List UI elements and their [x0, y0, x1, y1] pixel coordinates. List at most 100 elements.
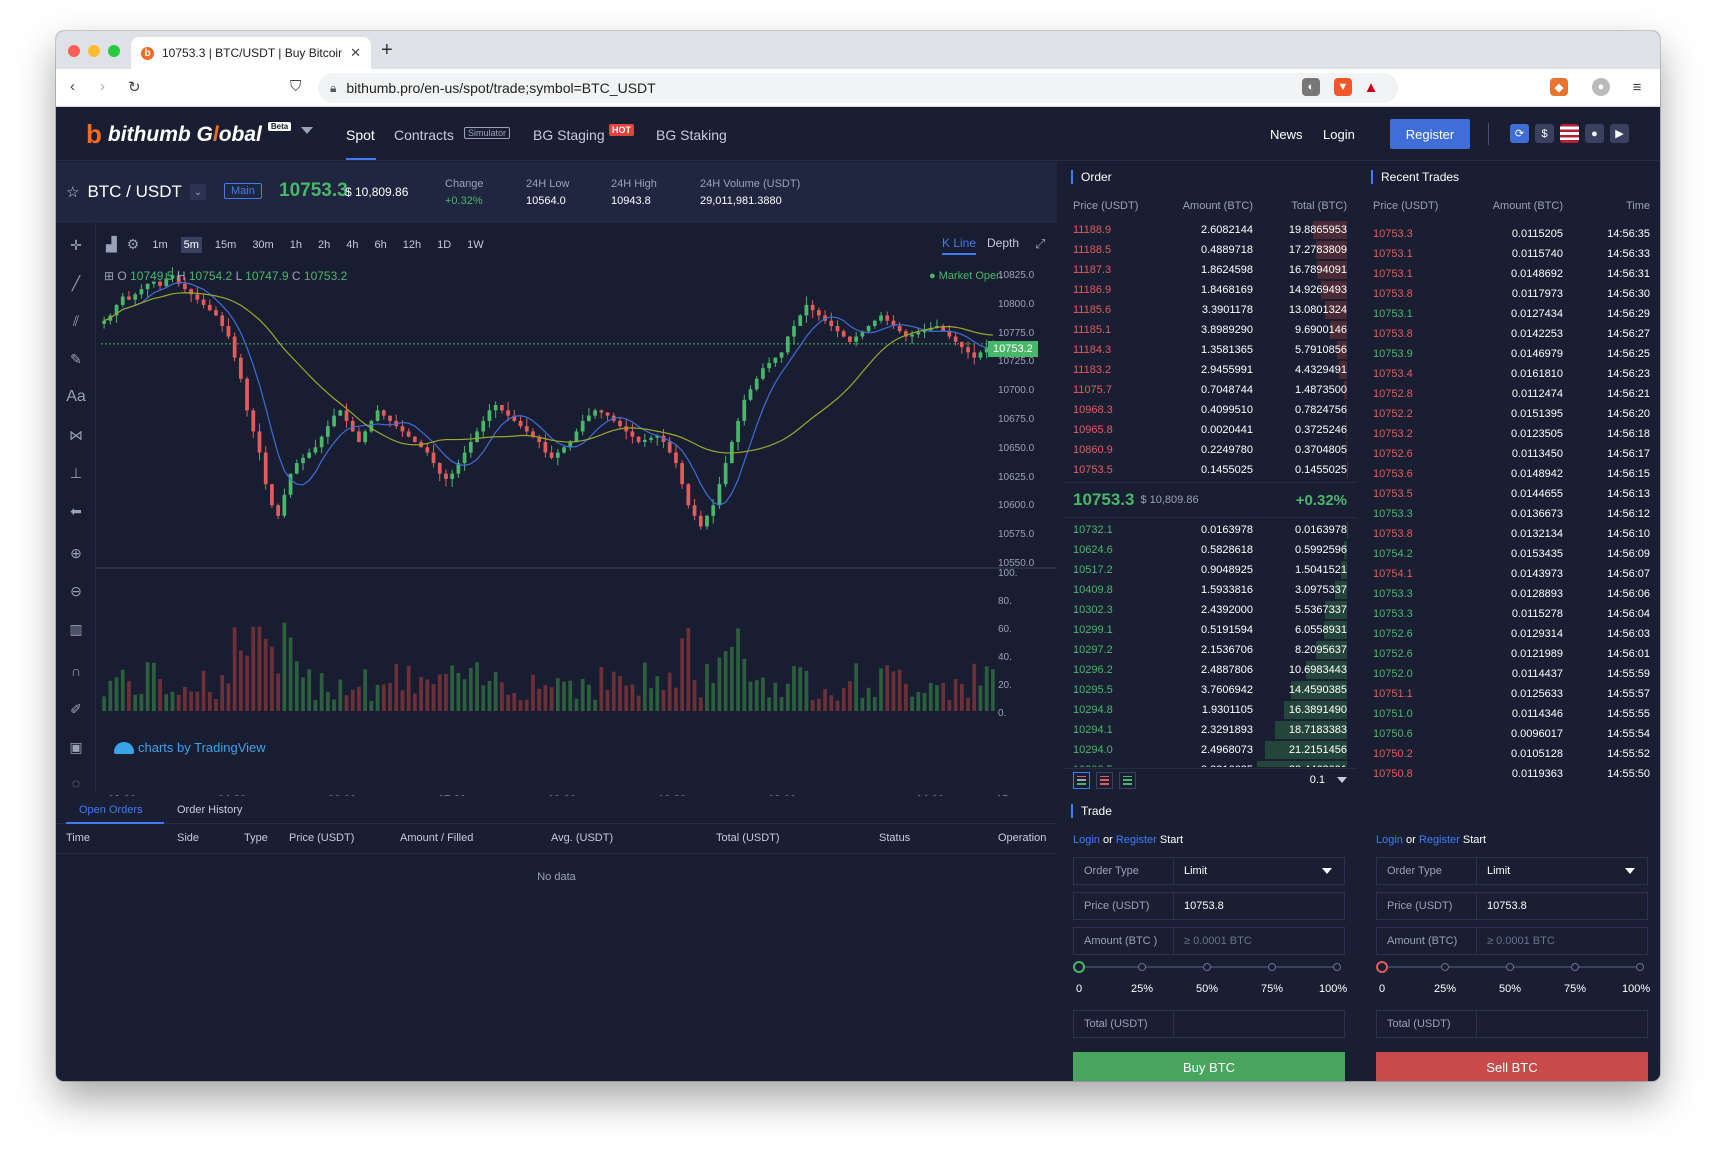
slider-handle[interactable] [1376, 961, 1388, 973]
orderbook-row[interactable]: 11188.5 0.4889718 17.2783809 [1063, 240, 1357, 260]
chart-area[interactable]: ✛ ╱ ⫽ ✎ Aa ⋈ ⊥ ⬅ ⊕ ⊖ ▥ ∩ ✐ ▣ ◌ ▟ ⚙ 1m 5m 1… [56, 223, 1057, 806]
orderbook-row[interactable]: 10965.8 0.0020441 0.3725246 [1063, 420, 1357, 440]
total-field[interactable]: Total (USDT) [1073, 1010, 1345, 1038]
price-field[interactable]: Price (USDT) 10753.8 [1073, 892, 1345, 920]
amount-field[interactable]: Amount (BTC ) ≥ 0.0001 BTC [1073, 927, 1345, 955]
brave-shield-icon[interactable]: ▼ [1334, 78, 1352, 96]
orderbook-row[interactable]: 10297.2 2.1536706 8.2095637 [1063, 640, 1357, 660]
pct-25[interactable]: 25% [1131, 983, 1153, 995]
reload-icon[interactable]: ↻ [128, 78, 141, 96]
pct-100[interactable]: 100% [1319, 983, 1347, 995]
star-icon[interactable]: ☆ [66, 183, 79, 201]
menu-icon[interactable]: ≡ [1628, 78, 1646, 96]
bithumb-logo[interactable]: b bithumb Global Beta [86, 119, 292, 150]
pct-25[interactable]: 25% [1434, 983, 1456, 995]
register-link[interactable]: Register [1116, 834, 1157, 846]
tradingview-brand[interactable]: charts by TradingView [114, 740, 266, 755]
login-link[interactable]: Login [1376, 834, 1403, 846]
chevron-down-icon[interactable] [301, 127, 313, 134]
orderbook-row[interactable]: 11185.1 3.8989290 9.6900146 [1063, 320, 1357, 340]
orderbook-row[interactable]: 10624.6 0.5828618 0.5992596 [1063, 540, 1357, 560]
orderbook-row[interactable]: 10295.5 3.7606942 14.4590385 [1063, 680, 1357, 700]
volume-bar [823, 689, 827, 711]
orderbook-row[interactable]: 10860.9 0.2249780 0.3704805 [1063, 440, 1357, 460]
forward-icon[interactable]: › [100, 78, 105, 95]
play-store-icon[interactable]: ▶ [1610, 124, 1629, 143]
maximize-window-icon[interactable] [108, 45, 120, 57]
register-link[interactable]: Register [1419, 834, 1460, 846]
bids-view-icon[interactable] [1119, 771, 1136, 789]
nav-bg-staging[interactable]: BG Staging [533, 127, 605, 143]
both-sides-view-icon[interactable] [1073, 771, 1090, 789]
back-icon[interactable]: ‹ [70, 78, 75, 95]
nav-spot[interactable]: Spot [346, 127, 375, 143]
asks-view-icon[interactable] [1096, 771, 1113, 789]
profile-icon[interactable]: ● [1592, 78, 1610, 96]
buy-button[interactable]: Buy BTC [1073, 1052, 1345, 1081]
orderbook-row[interactable]: 10409.8 1.5933816 3.0975337 [1063, 580, 1357, 600]
new-tab-icon[interactable]: + [381, 39, 393, 62]
pct-50[interactable]: 50% [1196, 983, 1218, 995]
orderbook-row[interactable]: 10302.3 2.4392000 5.5367337 [1063, 600, 1357, 620]
row-price: 11187.3 [1073, 264, 1112, 276]
orderbook-row[interactable]: 10732.1 0.0163978 0.0163978 [1063, 520, 1357, 540]
orderbook-row[interactable]: 11187.3 1.8624598 16.7894091 [1063, 260, 1357, 280]
pct-75[interactable]: 75% [1261, 983, 1283, 995]
apple-icon[interactable]: ● [1585, 124, 1604, 143]
amount-slider[interactable] [1376, 961, 1648, 973]
register-button[interactable]: Register [1390, 119, 1470, 149]
expand-icon[interactable]: ⊞ [104, 269, 114, 283]
minimize-window-icon[interactable] [88, 45, 100, 57]
chevron-down-icon[interactable]: ⌄ [189, 184, 206, 200]
login-link[interactable]: Login [1073, 834, 1100, 846]
orderbook-row[interactable]: 10517.2 0.9048925 1.5041521 [1063, 560, 1357, 580]
total-field[interactable]: Total (USDT) [1376, 1010, 1648, 1038]
currency-icon[interactable]: $ [1535, 124, 1554, 143]
orderbook-row[interactable]: 10299.1 0.5191594 6.0558931 [1063, 620, 1357, 640]
orderbook-row[interactable]: 11075.7 0.7048744 1.4873500 [1063, 380, 1357, 400]
close-window-icon[interactable] [68, 45, 80, 57]
trade-price: 10753.3 [1373, 608, 1413, 620]
close-tab-icon[interactable]: ✕ [350, 45, 361, 61]
orderbook-row[interactable]: 10294.8 1.9301105 16.3891490 [1063, 700, 1357, 720]
url-field[interactable]: 🔒︎ bithumb.pro/en-us/spot/trade;symbol=B… [318, 73, 1398, 103]
us-flag-icon[interactable] [1560, 124, 1579, 143]
pair-selector[interactable]: ☆ BTC / USDT ⌄ [66, 182, 206, 202]
brave-rewards-icon[interactable]: ▲ [1362, 78, 1380, 96]
browser-tab[interactable]: b 10753.3 | BTC/USDT | Buy Bitcoin ✕ [131, 37, 371, 69]
orderbook-row[interactable]: 11188.9 2.6082144 19.8865953 [1063, 220, 1357, 240]
tab-order-history[interactable]: Order History [177, 804, 242, 816]
orderbook-row[interactable]: 10293.52.231663523.4468091 [1063, 760, 1357, 767]
orderbook-row[interactable]: 11184.3 1.3581365 5.7910856 [1063, 340, 1357, 360]
pct-50[interactable]: 50% [1499, 983, 1521, 995]
pct-100[interactable]: 100% [1622, 983, 1650, 995]
bookmark-icon[interactable]: ⛉ [290, 78, 301, 95]
pct-75[interactable]: 75% [1564, 983, 1586, 995]
tab-open-orders[interactable]: Open Orders [79, 804, 143, 816]
orderbook-row[interactable]: 11183.2 2.9455991 4.4329491 [1063, 360, 1357, 380]
orderbook-row[interactable]: 11186.9 1.8468169 14.9269493 [1063, 280, 1357, 300]
order-type-select[interactable]: Order Type Limit [1073, 857, 1345, 885]
slider-handle[interactable] [1073, 961, 1085, 973]
sell-button[interactable]: Sell BTC [1376, 1052, 1648, 1081]
orderbook-row[interactable]: 10296.2 2.4887806 10.6983443 [1063, 660, 1357, 680]
amount-slider[interactable] [1073, 961, 1345, 973]
orderbook-row[interactable]: 10294.1 2.3291893 18.7183383 [1063, 720, 1357, 740]
orderbook-row[interactable]: 11185.6 3.3901178 13.0801324 [1063, 300, 1357, 320]
extension-icon[interactable]: ◐ [1302, 78, 1320, 96]
price-field[interactable]: Price (USDT) 10753.8 [1376, 892, 1648, 920]
orderbook-row[interactable]: 10968.3 0.4099510 0.7824756 [1063, 400, 1357, 420]
orderbook-row[interactable]: 10753.5 0.1455025 0.1455025 [1063, 460, 1357, 480]
nav-contracts[interactable]: Contracts [394, 127, 454, 143]
pct-0[interactable]: 0 [1379, 983, 1385, 995]
refresh-icon[interactable]: ⟳ [1510, 124, 1529, 143]
news-link[interactable]: News [1270, 127, 1303, 142]
login-link[interactable]: Login [1323, 127, 1355, 142]
amount-field[interactable]: Amount (BTC) ≥ 0.0001 BTC [1376, 927, 1648, 955]
pct-0[interactable]: 0 [1076, 983, 1082, 995]
order-type-select[interactable]: Order Type Limit [1376, 857, 1648, 885]
nav-bg-staking[interactable]: BG Staking [656, 127, 727, 143]
metamask-icon[interactable]: ◆ [1550, 78, 1568, 96]
orderbook-row[interactable]: 10294.0 2.4968073 21.2151456 [1063, 740, 1357, 760]
depth-selector[interactable]: 0.1 [1310, 774, 1347, 786]
